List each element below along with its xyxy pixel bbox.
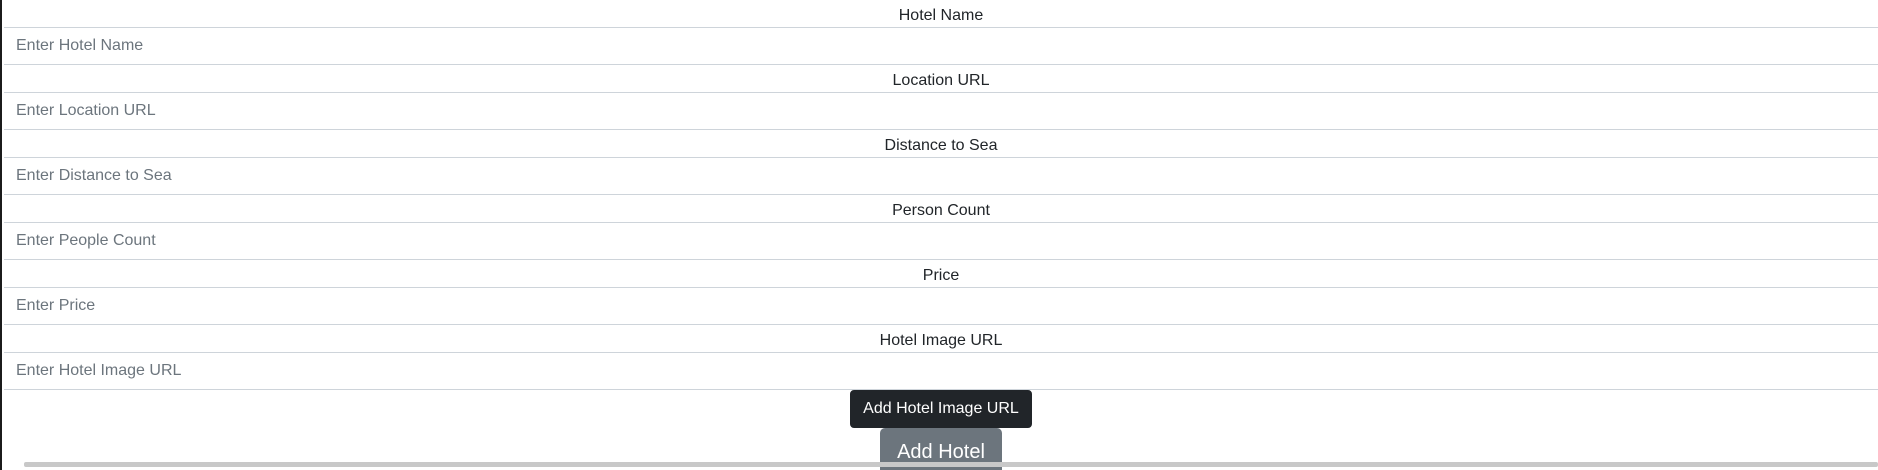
distance-to-sea-label: Distance to Sea xyxy=(884,137,998,154)
add-hotel-image-url-button[interactable]: Add Hotel Image URL xyxy=(850,390,1032,428)
add-image-button-row: Add Hotel Image URL xyxy=(4,390,1878,428)
hotel-name-input[interactable] xyxy=(4,27,1878,65)
horizontal-scrollbar[interactable] xyxy=(24,462,1878,467)
location-url-input[interactable] xyxy=(4,92,1878,130)
hotel-name-label: Hotel Name xyxy=(898,7,984,24)
hotel-image-url-label: Hotel Image URL xyxy=(879,332,1003,349)
person-count-input[interactable] xyxy=(4,222,1878,260)
add-hotel-form: Hotel Name Location URL Distance to Sea … xyxy=(4,0,1878,470)
distance-to-sea-input[interactable] xyxy=(4,157,1878,195)
window-edge xyxy=(0,0,2,470)
person-count-label: Person Count xyxy=(892,202,990,219)
hotel-image-url-input[interactable] xyxy=(4,352,1878,390)
page: Hotel Name Location URL Distance to Sea … xyxy=(0,0,1878,470)
price-input[interactable] xyxy=(4,287,1878,325)
price-label: Price xyxy=(922,267,960,284)
location-url-label: Location URL xyxy=(892,72,990,89)
